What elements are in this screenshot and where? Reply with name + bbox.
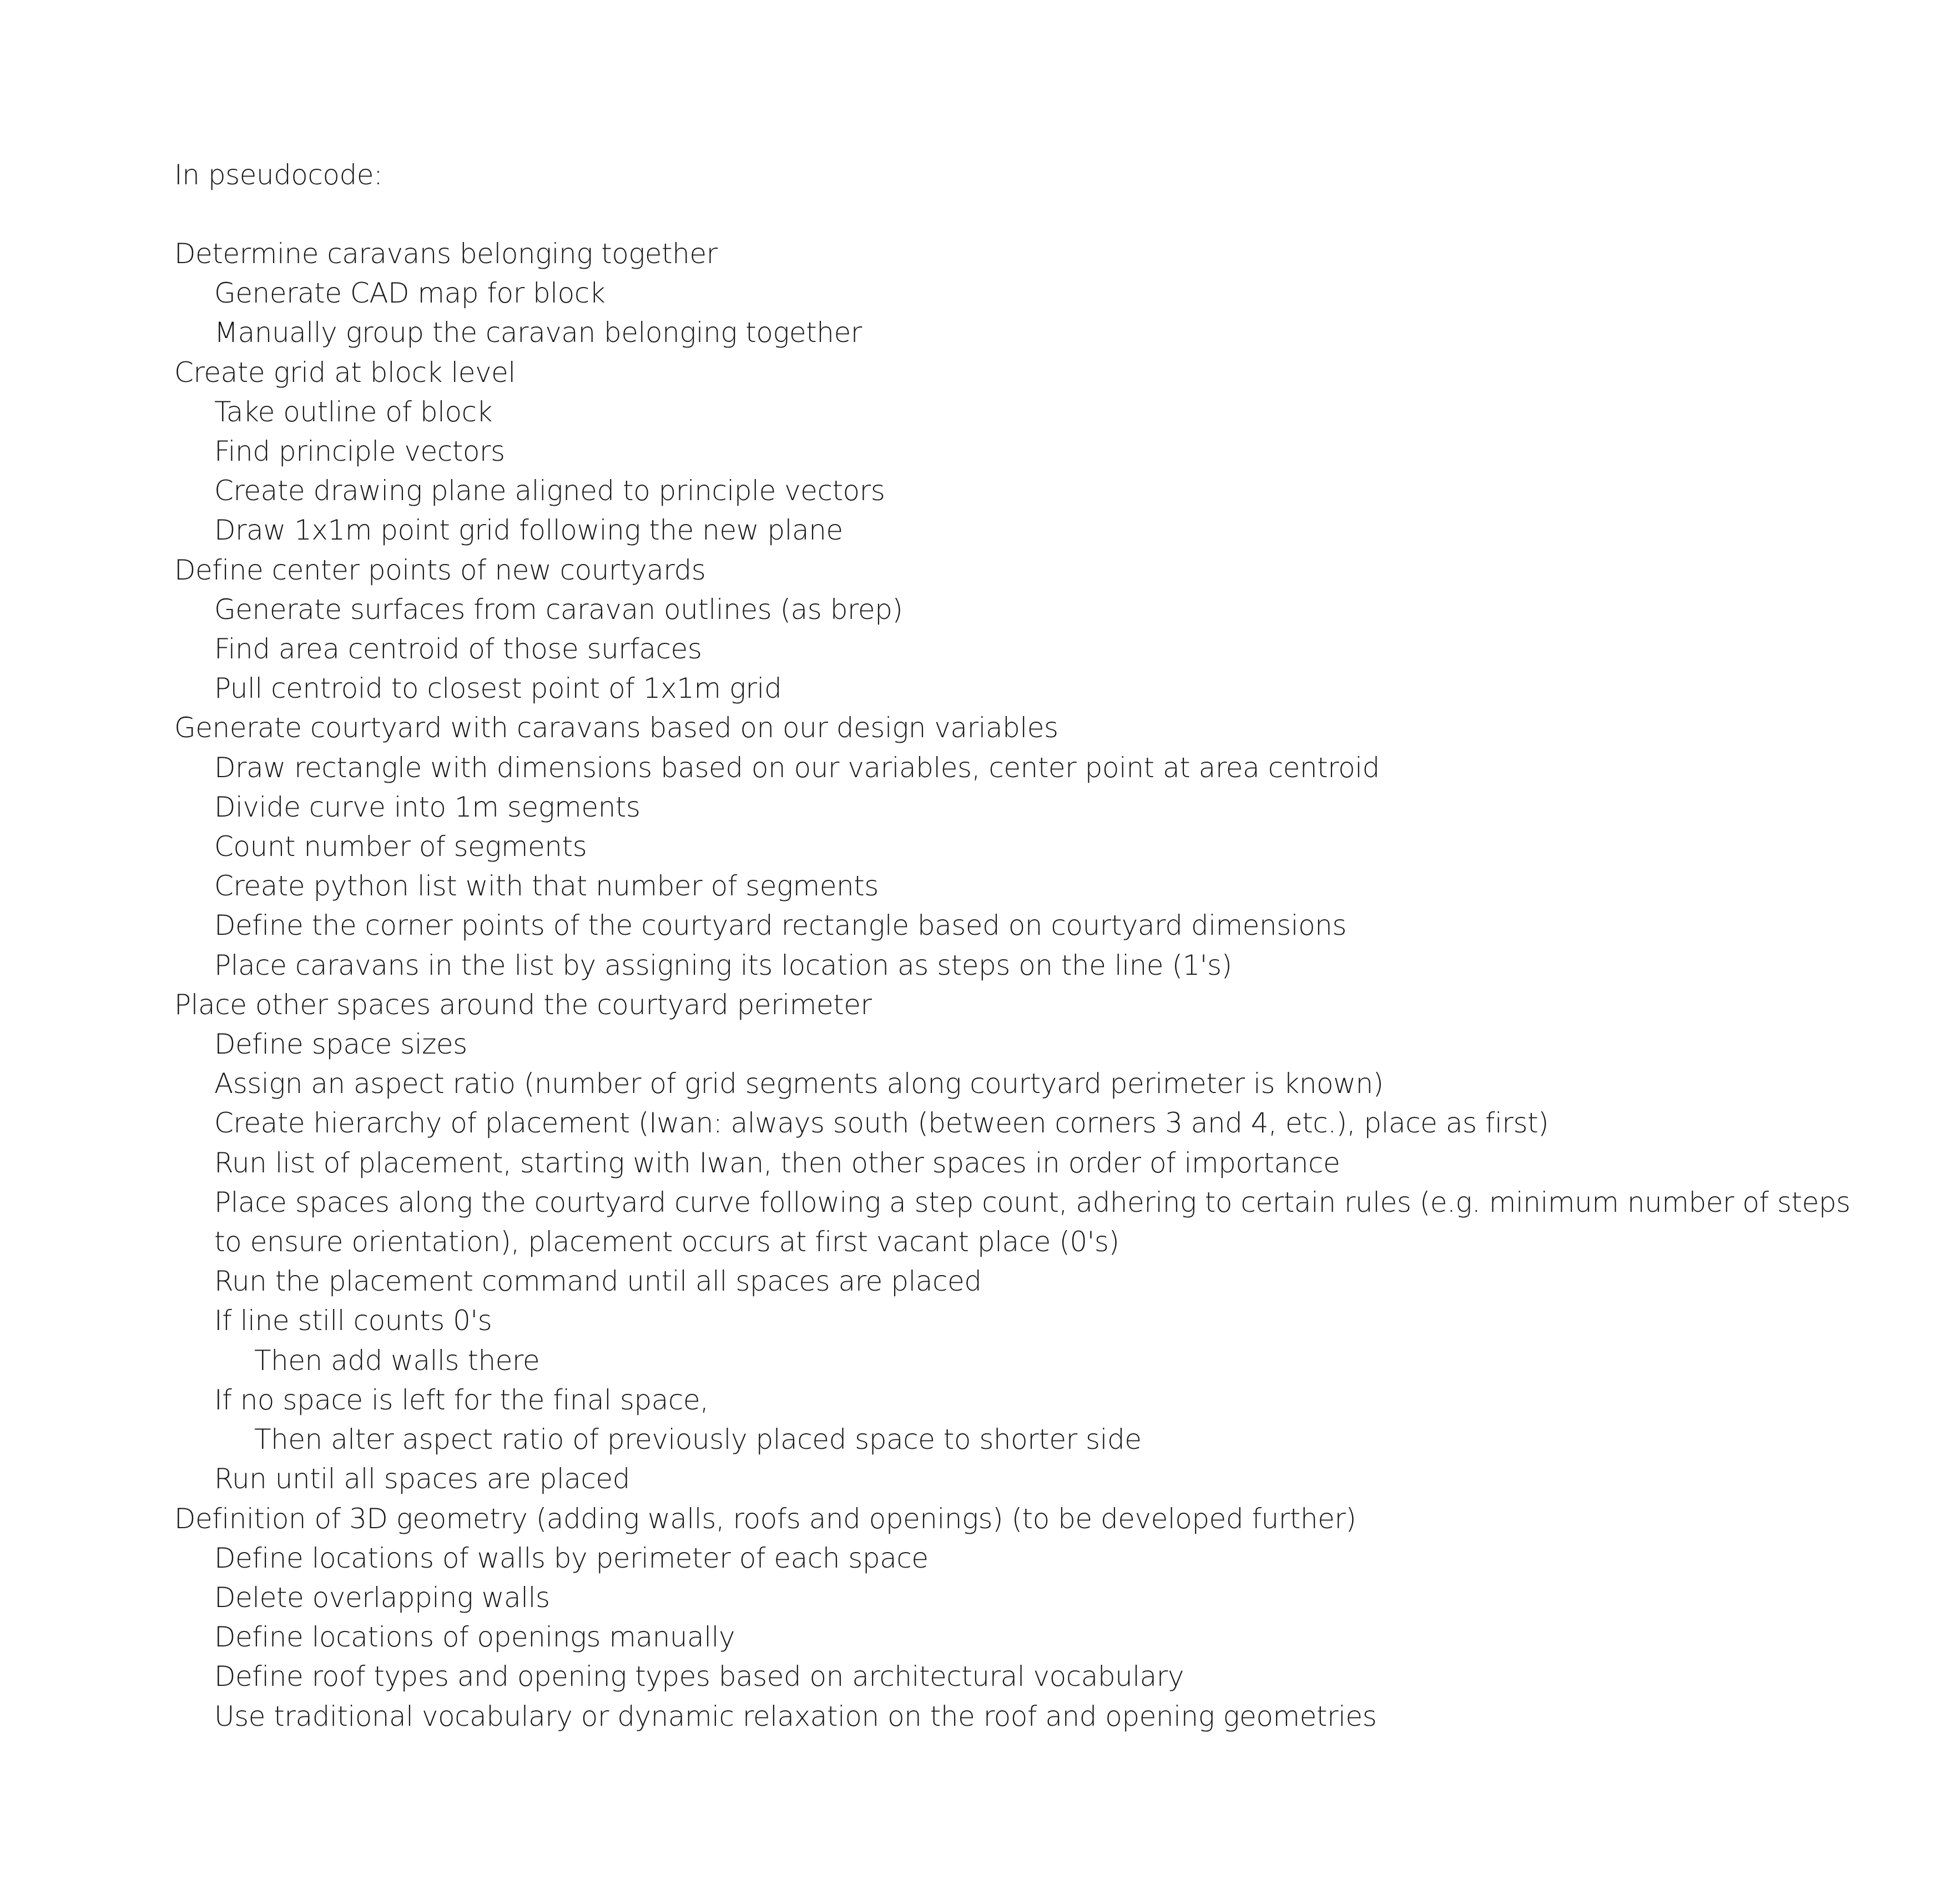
document-heading: In pseudocode: — [174, 159, 383, 191]
document-body: In pseudocode: Determine caravans belong… — [174, 155, 1850, 1736]
pseudocode-line: Run until all spaces are placed — [214, 1463, 630, 1495]
pseudocode-line: Define locations of openings manually — [214, 1621, 735, 1654]
pseudocode-line: Draw rectangle with dimensions based on … — [214, 751, 1380, 784]
pseudocode-line: Pull centroid to closest point of 1x1m g… — [214, 672, 782, 705]
pseudocode-line: Define center points of new courtyards — [174, 553, 706, 586]
pseudocode-line: Then add walls there — [254, 1344, 540, 1377]
pseudocode-line: Find area centroid of those surfaces — [214, 633, 702, 666]
pseudocode-line: Place caravans in the list by assigning … — [214, 949, 1232, 981]
pseudocode-line: Create drawing plane aligned to principl… — [214, 475, 885, 507]
pseudocode-line: Draw 1x1m point grid following the new p… — [214, 514, 843, 547]
pseudocode-line: Define the corner points of the courtyar… — [214, 909, 1346, 942]
pseudocode-line: Define space sizes — [214, 1028, 467, 1061]
pseudocode-list: Determine caravans belonging together Gen… — [174, 234, 1850, 1736]
pseudocode-line: Use traditional vocabulary or dynamic re… — [214, 1700, 1377, 1732]
pseudocode-line: If no space is left for the final space, — [214, 1383, 709, 1416]
pseudocode-line: Define roof types and opening types base… — [214, 1660, 1184, 1693]
heading-spacer — [174, 195, 1839, 234]
pseudocode-line: to ensure orientation), placement occurs… — [214, 1226, 1119, 1258]
pseudocode-line: Create hierarchy of placement (Iwan: alw… — [214, 1107, 1549, 1140]
pseudocode-line: Generate CAD map for block — [214, 277, 606, 310]
pseudocode-line: If line still counts 0's — [214, 1304, 492, 1337]
pseudocode-line: Determine caravans belonging together — [174, 238, 718, 270]
pseudocode-line: Place spaces along the courtyard curve f… — [214, 1186, 1850, 1218]
pseudocode-line: Run list of placement, starting with Iwa… — [214, 1146, 1340, 1179]
pseudocode-line: Create grid at block level — [174, 356, 516, 389]
pseudocode-line: Take outline of block — [214, 395, 493, 428]
pseudocode-line: Generate courtyard with caravans based o… — [174, 712, 1058, 744]
pseudocode-line: Count number of segments — [214, 830, 587, 863]
pseudocode-line: Find principle vectors — [214, 435, 505, 468]
pseudocode-line: Define locations of walls by perimeter o… — [214, 1542, 929, 1574]
pseudocode-line: Then alter aspect ratio of previously pl… — [254, 1423, 1142, 1456]
pseudocode-line: Create python list with that number of s… — [214, 870, 879, 903]
pseudocode-line: Manually group the caravan belonging tog… — [214, 316, 862, 349]
pseudocode-line: Definition of 3D geometry (adding walls,… — [174, 1502, 1356, 1535]
pseudocode-line: Run the placement command until all spac… — [214, 1265, 982, 1298]
pseudocode-line: Delete overlapping walls — [214, 1581, 550, 1614]
pseudocode-line: Assign an aspect ratio (number of grid s… — [214, 1067, 1384, 1100]
pseudocode-line: Generate surfaces from caravan outlines … — [214, 593, 903, 626]
pseudocode-line: Divide curve into 1m segments — [214, 790, 640, 823]
pseudocode-line: Place other spaces around the courtyard … — [174, 988, 872, 1021]
